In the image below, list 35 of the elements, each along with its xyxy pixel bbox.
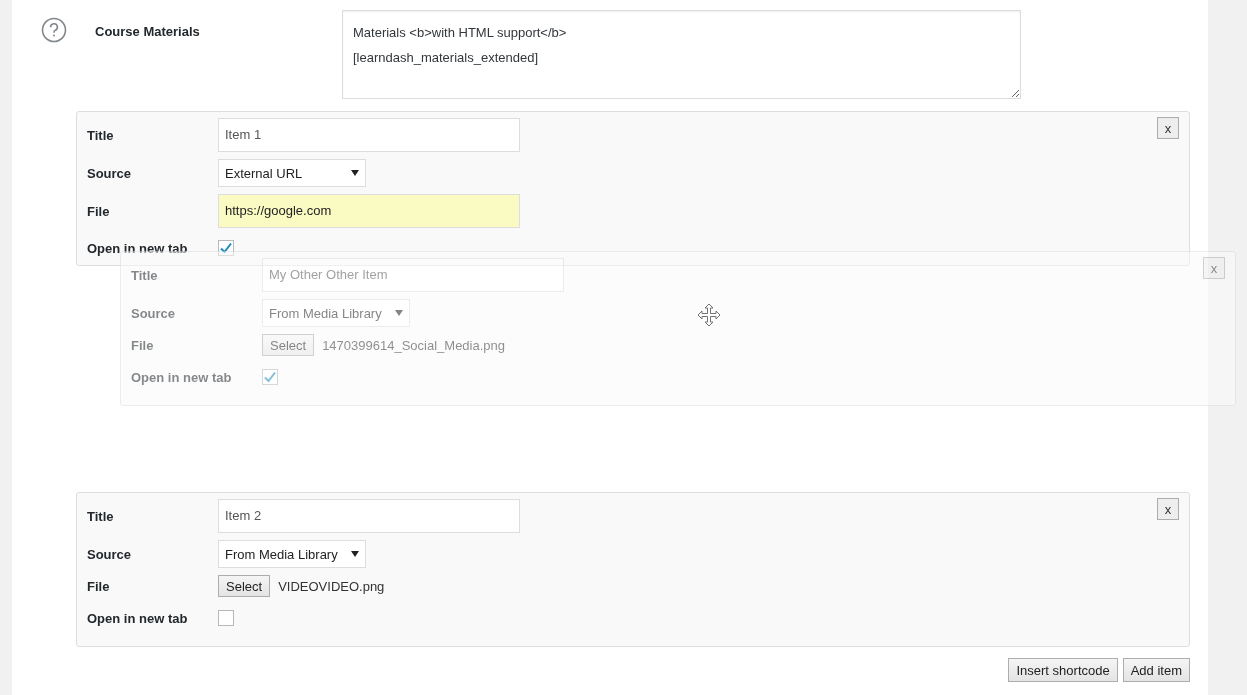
field-label: Source <box>87 546 133 562</box>
caret-icon <box>395 310 403 316</box>
field-label: Source <box>87 165 133 181</box>
move-cursor-icon <box>697 303 721 327</box>
field-label: Title <box>87 127 115 143</box>
field-label: File <box>87 578 111 594</box>
field-label: File <box>87 203 111 219</box>
checkbox[interactable] <box>218 610 234 626</box>
remove-button[interactable]: x <box>1157 498 1179 520</box>
source-dropdown[interactable]: From Media Library <box>262 299 410 327</box>
field-label: Course Materials <box>95 24 201 39</box>
source-dropdown[interactable]: External URL <box>218 159 366 187</box>
checkbox[interactable] <box>262 369 278 385</box>
caret-icon <box>351 170 359 176</box>
action-button[interactable]: Insert shortcode <box>1008 658 1118 682</box>
file-name: 1470399614_Social_Media.png <box>322 337 506 353</box>
title-field[interactable]: Item 1 <box>218 118 520 152</box>
source-dropdown[interactable]: From Media Library <box>218 540 366 568</box>
field-label: Source <box>131 305 177 321</box>
url-field[interactable]: https://google.com <box>218 194 520 228</box>
title-field[interactable]: Item 2 <box>218 499 520 533</box>
remove-button[interactable]: x <box>1157 117 1179 139</box>
checkbox[interactable] <box>218 240 234 256</box>
content-textarea[interactable]: Materials <b>with HTML support</b> [learndash_materials_extended] <box>342 10 1021 99</box>
field-label: Title <box>131 267 159 283</box>
field-label: Open in new tab <box>131 369 233 385</box>
field-label: File <box>131 337 155 353</box>
file-name: VIDEOVIDEO.png <box>278 578 385 594</box>
select-button[interactable]: Select <box>218 575 271 597</box>
caret-icon <box>351 551 359 557</box>
help-icon[interactable] <box>41 17 67 43</box>
field-label: Title <box>87 508 115 524</box>
field-label: Open in new tab <box>87 610 189 626</box>
action-button[interactable]: Add item <box>1122 658 1190 682</box>
field-label: Open in new tab <box>87 240 189 256</box>
